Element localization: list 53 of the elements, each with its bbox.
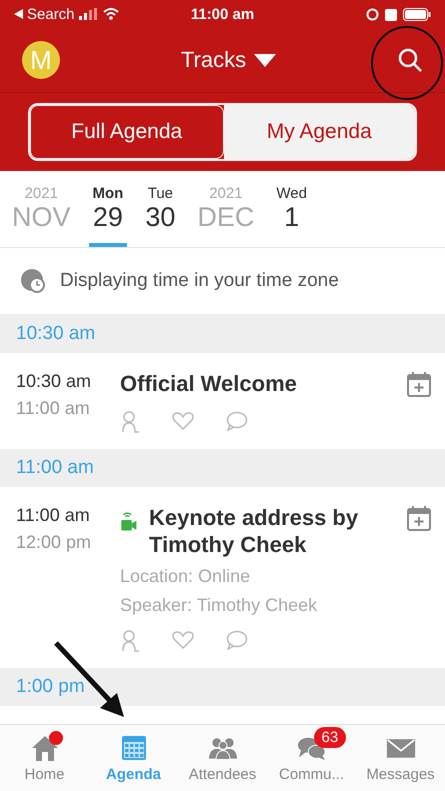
- tab-bar-item[interactable]: Commu... 63: [267, 725, 356, 791]
- add-to-calendar-icon[interactable]: [407, 505, 431, 532]
- tab-bar-item[interactable]: Home: [0, 725, 89, 791]
- add-to-calendar-icon[interactable]: [407, 371, 431, 397]
- year-label: 2021: [24, 185, 58, 202]
- globe-clock-icon: [20, 268, 46, 294]
- timezone-note: Displaying time in your time zone: [60, 270, 339, 292]
- agenda-segment[interactable]: My Agenda: [224, 105, 415, 159]
- end-time: 11:00 am: [16, 398, 91, 419]
- tab-bar-item[interactable]: Messages: [356, 725, 445, 791]
- search-icon[interactable]: [397, 47, 423, 73]
- date-tab[interactable]: Tue 30: [141, 185, 180, 247]
- time-section-header: 11:00 am: [0, 449, 445, 488]
- session-detail: Speaker: Timothy Cheek: [120, 595, 318, 616]
- weekday-label: Tue: [148, 185, 174, 202]
- tracks-dropdown[interactable]: Tracks: [180, 47, 246, 73]
- time-section-header: 1:00 pm: [0, 668, 445, 706]
- tab-bar-item[interactable]: Attendees: [178, 725, 267, 791]
- session-title[interactable]: Keynote address by Timothy Cheek: [149, 505, 393, 558]
- notification-dot: [48, 731, 62, 745]
- person-icon[interactable]: [120, 411, 140, 434]
- signal-icon: [78, 8, 99, 20]
- alarm-icon: [385, 8, 398, 20]
- start-time: 11:00 am: [16, 505, 91, 526]
- month-label: DEC: [197, 202, 254, 233]
- comment-icon[interactable]: [226, 411, 248, 432]
- weekday-label: Mon: [92, 185, 124, 202]
- year-label: 2021: [209, 185, 243, 202]
- back-label[interactable]: Search: [27, 6, 75, 22]
- time-section-header: 10:30 am: [0, 315, 445, 353]
- battery-icon: [403, 8, 432, 20]
- day-number: 29: [92, 202, 123, 233]
- clock-time: 11:00 am: [190, 6, 254, 22]
- agenda-segment[interactable]: Full Agenda: [30, 105, 224, 159]
- day-number: 30: [145, 202, 176, 233]
- session-detail: Location: Online: [120, 566, 252, 588]
- weekday-label: Wed: [276, 185, 307, 202]
- date-tab[interactable]: Mon 29: [88, 185, 128, 247]
- end-time: 12:00 pm: [16, 532, 92, 554]
- start-time: 10:30 am: [16, 371, 92, 392]
- heart-icon[interactable]: [172, 630, 194, 650]
- person-icon[interactable]: [120, 630, 140, 652]
- month-label: NOV: [12, 202, 71, 233]
- session-title[interactable]: Official Welcome: [120, 371, 297, 398]
- back-arrow-icon: [14, 9, 23, 19]
- rotation-lock-icon: [366, 8, 380, 20]
- wifi-icon: [102, 8, 119, 20]
- date-tab[interactable]: Wed 1: [272, 185, 311, 247]
- day-number: 1: [284, 202, 300, 233]
- dropdown-caret-icon[interactable]: [254, 54, 276, 66]
- comment-icon[interactable]: [226, 630, 248, 650]
- heart-icon[interactable]: [172, 411, 194, 432]
- unread-count: 63: [314, 727, 346, 748]
